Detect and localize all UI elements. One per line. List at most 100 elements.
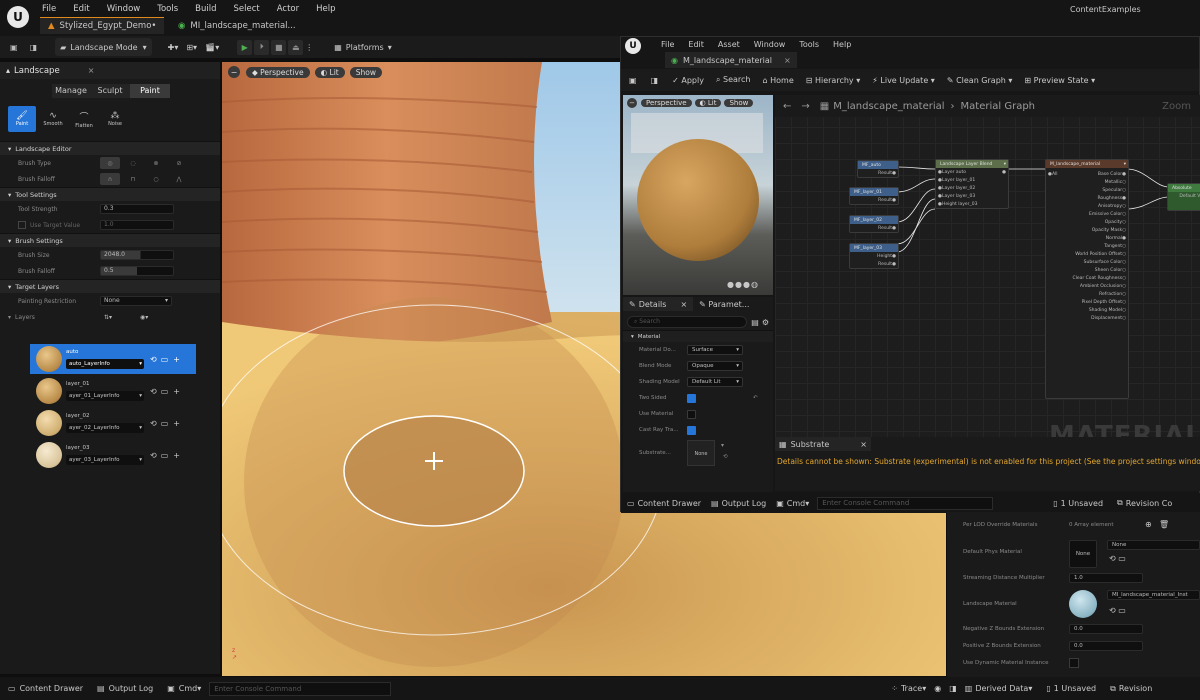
tab-sculpt[interactable]: Sculpt — [90, 84, 130, 98]
list-item[interactable]: layer_02 ayer_02_LayerInfo ▾ ⟲ ▭ + — [30, 408, 196, 438]
negative-z-field[interactable]: 0.0 — [1069, 624, 1143, 634]
cmd-dropdown[interactable]: ▣ Cmd ▾ — [167, 684, 201, 693]
landscape-tab[interactable]: ▴ Landscape × — [0, 62, 220, 79]
save-icon[interactable]: ▣ — [629, 76, 637, 85]
tab-project[interactable]: ▲ Stylized_Egypt_Demo• — [40, 17, 165, 34]
use-selected-icon[interactable]: ⟲ — [150, 419, 157, 428]
shading-model-dropdown[interactable]: Default Lit ▾ — [687, 377, 743, 387]
tab-material[interactable]: ◉ M_landscape_material × — [665, 52, 797, 68]
menu-help[interactable]: Help — [833, 40, 851, 49]
node-landscape-layer-blend[interactable]: Landscape Layer Blend ▾ ● Layer auto ● ● L… — [935, 159, 1009, 209]
menu-edit[interactable]: Edit — [688, 40, 704, 49]
clean-graph-button[interactable]: ✎ Clean Graph ▾ — [947, 76, 1013, 85]
menu-window[interactable]: Window — [754, 40, 786, 49]
streaming-distance-field[interactable]: 1.0 — [1069, 573, 1143, 583]
browse-folder-icon[interactable]: ▭ — [161, 355, 169, 364]
add-element-icon[interactable]: ⊕ — [1145, 520, 1152, 529]
preview-sphere-icon[interactable]: ● — [727, 280, 734, 289]
node-mf-auto[interactable]: MF_auto Result ● — [857, 160, 899, 178]
add-icon[interactable]: + — [173, 419, 180, 428]
layer-info-dropdown[interactable]: ayer_02_LayerInfo ▾ — [66, 423, 144, 433]
menu-select[interactable]: Select — [234, 4, 260, 14]
delete-icon[interactable]: 🗑︎ — [1159, 520, 1169, 529]
close-icon[interactable]: × — [860, 440, 867, 449]
hierarchy-button[interactable]: ⊟ Hierarchy ▾ — [806, 76, 860, 85]
unsaved-button[interactable]: ▯ 1 Unsaved — [1046, 684, 1096, 693]
list-item[interactable]: auto auto_LayerInfo ▾ ⟲ ▭ + — [30, 344, 196, 374]
preview-show-button[interactable]: Show — [724, 99, 754, 107]
use-material-checkbox[interactable] — [687, 409, 696, 419]
brush-component-icon[interactable]: ⊘ — [169, 157, 189, 169]
trace-button[interactable]: ⁘ Trace ▾ — [891, 684, 926, 693]
section-brush-settings[interactable]: ▾ Brush Settings — [0, 233, 220, 247]
use-selected-icon[interactable]: ⟲ — [150, 387, 157, 396]
preview-cylinder-icon[interactable]: ● — [735, 280, 742, 289]
perspective-button[interactable]: ◆ Perspective — [246, 66, 310, 78]
viewport-options-icon[interactable]: − — [228, 66, 240, 78]
mode-dropdown[interactable]: ▰ Landscape Mode ▾ — [55, 38, 152, 56]
content-browser-icon[interactable]: ◨ — [30, 43, 38, 52]
material-graph[interactable]: ← → ▦ M_landscape_material › Material Gr… — [775, 95, 1200, 451]
use-selected-icon[interactable]: ⟲ ▭ — [1109, 606, 1126, 615]
preview-state-button[interactable]: ⊞ Preview State ▾ — [1024, 76, 1095, 85]
list-item[interactable]: layer_03 ayer_03_LayerInfo ▾ ⟲ ▭ + — [30, 440, 196, 470]
tool-smooth[interactable]: ∿ Smooth — [39, 106, 67, 132]
menu-actor[interactable]: Actor — [277, 4, 299, 14]
search-button[interactable]: ⌕ Search — [716, 75, 751, 85]
record-icon[interactable]: ◉ — [934, 684, 941, 693]
preview-lit-button[interactable]: ◐ Lit — [694, 99, 722, 107]
material-domain-dropdown[interactable]: Surface ▾ — [687, 345, 743, 355]
node-mf-layer-01[interactable]: MF_layer_01 Result ● — [849, 187, 899, 205]
content-drawer-button[interactable]: ▭ Content Drawer — [8, 684, 83, 693]
substrate-dropdown[interactable]: ▾ — [721, 442, 724, 449]
falloff-smooth-icon[interactable]: ∩ — [100, 173, 120, 185]
revision-control-button[interactable]: ⧉ Revision — [1110, 684, 1152, 694]
tab-manage[interactable]: Manage — [52, 84, 90, 98]
node-absolute[interactable]: Absolute Default Val — [1167, 183, 1200, 211]
forward-icon[interactable]: → — [801, 101, 809, 112]
blend-mode-dropdown[interactable]: Opaque ▾ — [687, 361, 743, 371]
cmd-dropdown[interactable]: ▣ Cmd ▾ — [776, 499, 809, 508]
tab-paint[interactable]: Paint — [130, 84, 170, 98]
tab-details[interactable]: ✎ Details × — [623, 297, 694, 311]
back-icon[interactable]: ← — [783, 101, 791, 112]
layer-info-dropdown[interactable]: auto_LayerInfo ▾ — [66, 359, 144, 369]
menu-window[interactable]: Window — [107, 4, 141, 14]
menu-file[interactable]: File — [661, 40, 674, 49]
details-search-input[interactable]: ⌕ Search — [627, 316, 748, 328]
positive-z-field[interactable]: 0.0 — [1069, 641, 1143, 651]
falloff-linear-icon[interactable]: ⊓ — [123, 173, 143, 185]
landscape-material-thumbnail[interactable] — [1069, 590, 1097, 618]
close-icon[interactable]: × — [88, 66, 95, 75]
lit-button[interactable]: ◐ Lit — [314, 66, 345, 78]
platforms-button[interactable]: ▦ Platforms ▾ — [329, 38, 396, 56]
play-icon[interactable]: ▶ — [237, 39, 253, 55]
cinematics-icon[interactable]: 🎬︎▾ — [205, 43, 219, 52]
add-icon[interactable]: + — [173, 387, 180, 396]
brush-falloff-slider[interactable]: 0.5 — [100, 266, 174, 276]
preview-perspective-button[interactable]: Perspective — [641, 99, 692, 107]
view-options-icon[interactable]: ▤ — [751, 318, 759, 327]
add-actor-icon[interactable]: ✚▾ — [168, 43, 179, 52]
menu-file[interactable]: File — [42, 4, 56, 14]
menu-asset[interactable]: Asset — [718, 40, 740, 49]
derived-data-button[interactable]: ▥ Derived Data ▾ — [965, 684, 1033, 693]
content-drawer-button[interactable]: ▭ Content Drawer — [627, 499, 701, 508]
tool-paint[interactable]: 🖌︎ Paint — [8, 106, 36, 132]
browse-folder-icon[interactable]: ▭ — [161, 419, 169, 428]
target-value-field[interactable]: 1.0 — [100, 220, 174, 230]
section-material[interactable]: ▾ Material — [623, 330, 773, 342]
section-tool-settings[interactable]: ▾ Tool Settings — [0, 187, 220, 201]
tool-flatten[interactable]: ⌒ Flatten — [70, 106, 98, 132]
preview-plane-icon[interactable]: ◍ — [751, 280, 758, 289]
dynamic-material-checkbox[interactable] — [1069, 658, 1079, 668]
save-icon[interactable]: ▣ — [10, 43, 18, 52]
unreal-logo-icon[interactable]: U — [625, 38, 641, 54]
use-selected-icon[interactable]: ⟲ — [150, 355, 157, 364]
apply-button[interactable]: ✓ Apply — [672, 76, 704, 85]
console-input[interactable]: Enter Console Command — [209, 681, 392, 696]
falloff-tip-icon[interactable]: ⋀ — [169, 173, 189, 185]
eject-icon[interactable]: ⏏ — [288, 39, 304, 55]
node-mf-layer-02[interactable]: MF_layer_02 Result ● — [849, 215, 899, 233]
node-material-result[interactable]: M_landscape_material ▾ ● All Base Color ●… — [1045, 159, 1129, 399]
